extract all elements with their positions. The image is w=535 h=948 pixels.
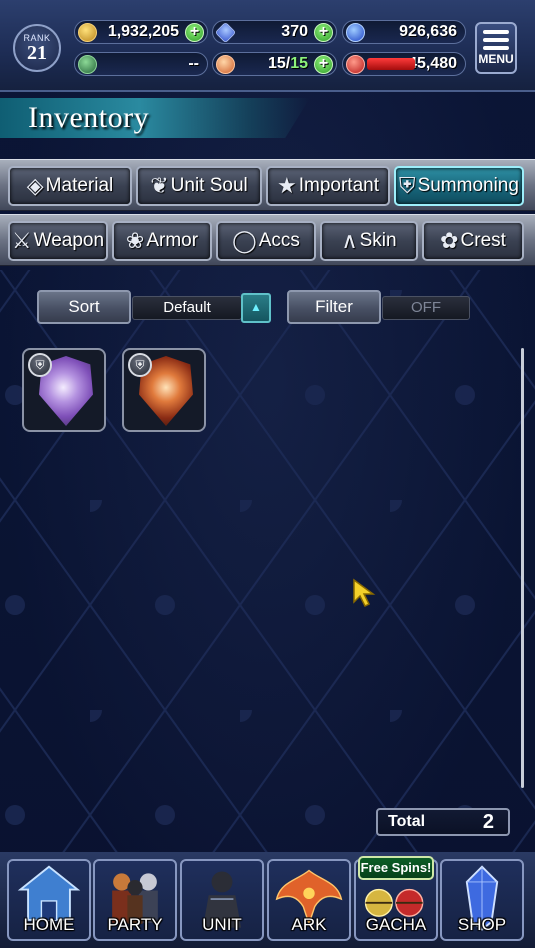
sort-value[interactable]: Default [132,296,242,320]
total-label: Total [388,813,426,830]
tab-weapon[interactable]: ⚔ Weapon [8,221,108,261]
hp-value: 45,480 [408,55,457,72]
pointer-cursor-icon [353,578,376,608]
bottom-navigation: HOME PARTY UNIT ARK GACHA SHOP [0,852,535,948]
sword-icon: ⚔ [11,228,32,253]
tab-label: Weapon [33,230,105,251]
tab-label: Unit Soul [170,175,248,196]
nav-home[interactable]: HOME [7,859,91,941]
add-crystal-button[interactable]: + [314,23,333,42]
stamina-max: 15 [290,55,308,72]
gil-value: 1,932,205 [107,23,179,40]
tab-label: Summoning [417,175,519,196]
hamburger-icon [483,30,509,50]
sort-order-icon[interactable]: ▲ [241,293,271,323]
crest-icon: ✿ [440,228,459,253]
crystal-icon [214,21,237,44]
hp-bar [367,58,415,70]
background-pattern [0,0,535,948]
inventory-item[interactable]: ⛨ [122,348,206,432]
nav-unit[interactable]: UNIT [180,859,264,941]
necklace-icon: ◯ [232,228,257,253]
total-count: Total 2 [376,808,510,836]
nav-label: GACHA [365,915,427,934]
compass-icon [78,55,97,74]
visiore-value: 370 [281,23,308,40]
tab-label: Accs [258,230,300,251]
guild-counter: -- [74,52,208,76]
category-tabs: ◈ Material ❦ Unit Soul ★ Important ⛨ Sum… [0,159,535,211]
sort-button[interactable]: Sort [37,290,131,324]
tab-accs[interactable]: ◯ Accs [216,221,316,261]
nav-label: ARK [291,915,327,934]
hp-counter: 45,480 [342,52,466,76]
rank-value: 21 [27,42,47,64]
tab-armor[interactable]: ❀ Armor [112,221,212,261]
visiore-counter: 370 + [212,20,337,44]
blue-orb-icon [346,23,365,42]
inventory-item[interactable]: ⛨ [22,348,106,432]
tab-crest[interactable]: ✿ Crest [422,221,524,261]
tab-label: Important [298,175,379,196]
menu-button[interactable]: MENU [475,22,517,74]
summon-badge-icon: ⛨ [28,353,52,377]
tab-important[interactable]: ★ Important [266,166,390,206]
total-value: 2 [482,811,494,833]
nav-shop[interactable]: SHOP [440,859,524,941]
filter-button[interactable]: Filter [287,290,381,324]
nav-label: PARTY [107,915,163,934]
stamina-current: 15 [267,55,286,72]
scrollbar[interactable] [521,348,524,788]
summon-badge-icon: ⛨ [128,353,152,377]
hanger-icon: ∧ [341,228,358,253]
dice-icon [216,55,235,74]
nav-label: HOME [23,915,75,934]
filter-value[interactable]: OFF [382,296,470,320]
gil-counter: 1,932,205 + [74,20,208,44]
tab-material[interactable]: ◈ Material [8,166,132,206]
tab-label: Crest [460,230,506,251]
star-icon: ★ [277,173,297,198]
tab-unit-soul[interactable]: ❦ Unit Soul [136,166,262,206]
tab-label: Armor [146,230,199,251]
rank-badge: RANK 21 [13,24,61,72]
lapis-value: 926,636 [399,23,457,40]
nav-ark[interactable]: ARK [267,859,351,941]
tab-skin[interactable]: ∧ Skin [320,221,418,261]
nav-label: SHOP [457,915,507,934]
red-orb-icon [346,55,365,74]
add-stamina-button[interactable]: + [314,55,333,74]
gil-coin-icon [78,23,97,42]
bag-icon: ◈ [26,173,44,198]
nav-label: UNIT [202,915,242,934]
free-spins-badge: Free Spins! [358,856,434,880]
tab-label: Material [45,175,114,196]
equipment-tabs: ⚔ Weapon ❀ Armor ◯ Accs ∧ Skin ✿ Crest [0,214,535,266]
armor-icon: ❀ [125,228,145,253]
tab-label: Skin [359,230,397,251]
stamina-counter: 15/15 + [212,52,337,76]
nav-party[interactable]: PARTY [93,859,177,941]
tab-summoning[interactable]: ⛨ Summoning [394,166,524,206]
soul-icon: ❦ [150,173,169,198]
lapis-counter: 926,636 [342,20,466,44]
status-bar: RANK 21 1,932,205 + 370 + 926,636 -- 15/… [0,0,535,92]
summon-shield-icon: ⛨ [399,173,416,198]
page-title: Inventory [28,101,150,134]
add-gil-button[interactable]: + [185,23,204,42]
guild-value: -- [188,55,199,72]
menu-label: MENU [478,52,514,66]
